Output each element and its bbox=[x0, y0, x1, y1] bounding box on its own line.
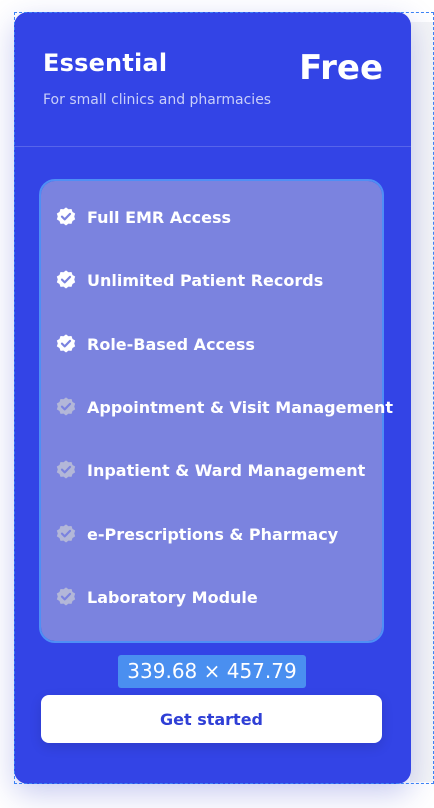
selection-outline bbox=[14, 12, 434, 784]
